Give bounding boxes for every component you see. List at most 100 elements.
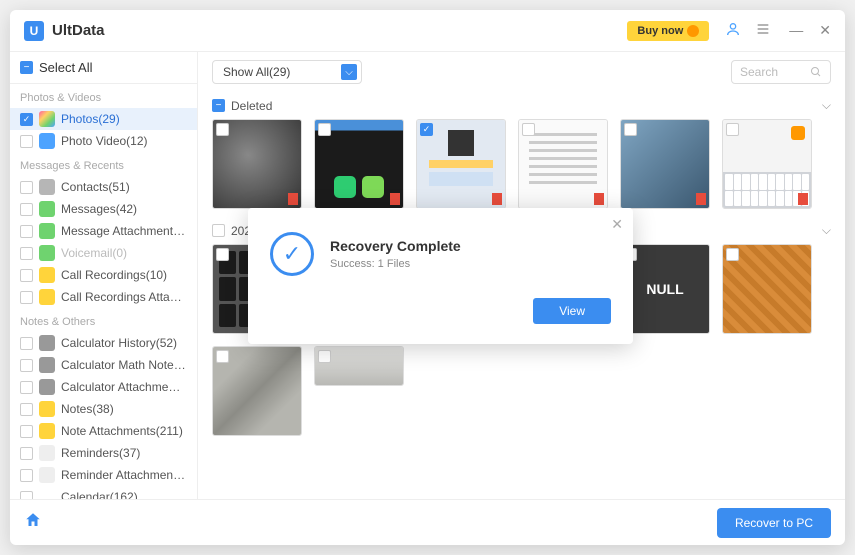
sidebar-item-label: Photo Video(12) [61, 134, 148, 148]
thumbnail-checkbox[interactable] [318, 350, 331, 363]
thumbnail-grid: ✓ [212, 119, 831, 209]
sidebar: − Select All Photos & Videos✓Photos(29) P… [10, 52, 198, 499]
category-icon [39, 401, 55, 417]
sidebar-item[interactable]: Contacts(51) [10, 176, 197, 198]
sidebar-item[interactable]: Reminder Attachments(27) [10, 464, 197, 486]
user-icon[interactable] [725, 21, 741, 41]
success-check-icon: ✓ [270, 232, 314, 276]
select-all-checkbox[interactable]: − [20, 61, 33, 74]
thumbnail-checkbox[interactable] [726, 123, 739, 136]
sidebar-item[interactable]: Message Attachments(16) [10, 220, 197, 242]
photo-thumbnail[interactable]: ✓ [416, 119, 506, 209]
photo-thumbnail[interactable] [212, 119, 302, 209]
sidebar-item[interactable]: Messages(42) [10, 198, 197, 220]
category-icon [39, 357, 55, 373]
thumbnail-checkbox[interactable] [318, 123, 331, 136]
sidebar-item-label: Reminders(37) [61, 446, 140, 460]
group-header[interactable]: −Deleted⌵ [212, 92, 831, 119]
item-checkbox[interactable] [20, 381, 33, 394]
titlebar: U UltData Buy now — ✕ [10, 10, 845, 52]
category-icon [39, 133, 55, 149]
search-icon [810, 66, 822, 78]
deleted-mark-icon [288, 193, 298, 205]
photo-thumbnail[interactable] [314, 346, 404, 386]
search-input[interactable]: Search [731, 60, 831, 84]
dialog-title: Recovery Complete [330, 238, 461, 254]
select-all-row[interactable]: − Select All [10, 52, 197, 84]
view-button[interactable]: View [533, 298, 611, 324]
deleted-mark-icon [798, 193, 808, 205]
sidebar-item[interactable]: Calculator Math Notes(6) [10, 354, 197, 376]
item-checkbox[interactable] [20, 403, 33, 416]
sidebar-item[interactable]: Call Recordings Attachment... [10, 286, 197, 308]
sidebar-item[interactable]: Call Recordings(10) [10, 264, 197, 286]
category-icon [39, 335, 55, 351]
item-checkbox[interactable]: ✓ [20, 113, 33, 126]
category-icon [39, 489, 55, 499]
photo-thumbnail[interactable] [518, 119, 608, 209]
minimize-button[interactable]: — [789, 22, 803, 39]
sidebar-section-title: Notes & Others [10, 308, 197, 332]
group-checkbox[interactable]: − [212, 99, 225, 112]
sidebar-item-label: Call Recordings(10) [61, 268, 167, 282]
thumbnail-checkbox[interactable] [624, 123, 637, 136]
item-checkbox[interactable] [20, 225, 33, 238]
sidebar-item-label: Reminder Attachments(27) [61, 468, 187, 482]
item-checkbox[interactable] [20, 269, 33, 282]
sidebar-item-label: Calculator History(52) [61, 336, 177, 350]
app-title: UltData [52, 22, 627, 39]
item-checkbox[interactable] [20, 181, 33, 194]
chevron-down-icon[interactable]: ⌵ [822, 223, 831, 238]
group-checkbox[interactable] [212, 224, 225, 237]
home-button[interactable] [24, 511, 42, 534]
item-checkbox[interactable] [20, 359, 33, 372]
item-checkbox[interactable] [20, 247, 33, 260]
thumbnail-checkbox[interactable] [216, 248, 229, 261]
sidebar-item[interactable]: Notes(38) [10, 398, 197, 420]
item-checkbox[interactable] [20, 337, 33, 350]
buy-now-button[interactable]: Buy now [627, 21, 709, 41]
photo-thumbnail[interactable] [620, 119, 710, 209]
category-icon [39, 245, 55, 261]
recover-button[interactable]: Recover to PC [717, 508, 831, 538]
photo-thumbnail[interactable] [314, 119, 404, 209]
filter-dropdown[interactable]: Show All(29) ⌵ [212, 60, 362, 84]
item-checkbox[interactable] [20, 135, 33, 148]
thumbnail-checkbox[interactable] [216, 123, 229, 136]
close-button[interactable]: ✕ [819, 22, 831, 39]
thumbnail-checkbox[interactable] [216, 350, 229, 363]
sidebar-item[interactable]: Reminders(37) [10, 442, 197, 464]
sidebar-item-label: Note Attachments(211) [61, 424, 183, 438]
thumbnail-checkbox[interactable] [726, 248, 739, 261]
sidebar-section-title: Photos & Videos [10, 84, 197, 108]
sidebar-item[interactable]: ✓Photos(29) [10, 108, 197, 130]
sidebar-item-label: Contacts(51) [61, 180, 130, 194]
item-checkbox[interactable] [20, 469, 33, 482]
photo-thumbnail[interactable] [722, 119, 812, 209]
select-all-label: Select All [39, 60, 92, 75]
item-checkbox[interactable] [20, 425, 33, 438]
sidebar-item[interactable]: Calculator Attachments(30) [10, 376, 197, 398]
titlebar-icons [725, 21, 771, 41]
photo-thumbnail[interactable] [212, 346, 302, 436]
sidebar-item: Voicemail(0) [10, 242, 197, 264]
thumbnail-checkbox[interactable] [522, 123, 535, 136]
sidebar-item[interactable]: Calendar(162) [10, 486, 197, 499]
item-checkbox[interactable] [20, 291, 33, 304]
photo-thumbnail[interactable]: NULL [620, 244, 710, 334]
sidebar-item[interactable]: Note Attachments(211) [10, 420, 197, 442]
footer: Recover to PC [10, 499, 845, 545]
item-checkbox[interactable] [20, 203, 33, 216]
dialog-close-button[interactable]: ✕ [611, 216, 623, 233]
sidebar-item[interactable]: Calculator History(52) [10, 332, 197, 354]
menu-icon[interactable] [755, 21, 771, 41]
sidebar-item[interactable]: Photo Video(12) [10, 130, 197, 152]
item-checkbox[interactable] [20, 447, 33, 460]
thumbnail-checkbox[interactable]: ✓ [420, 123, 433, 136]
deleted-mark-icon [492, 193, 502, 205]
chevron-down-icon[interactable]: ⌵ [822, 98, 831, 113]
photo-thumbnail[interactable] [722, 244, 812, 334]
item-checkbox[interactable] [20, 491, 33, 500]
deleted-mark-icon [390, 193, 400, 205]
deleted-mark-icon [594, 193, 604, 205]
